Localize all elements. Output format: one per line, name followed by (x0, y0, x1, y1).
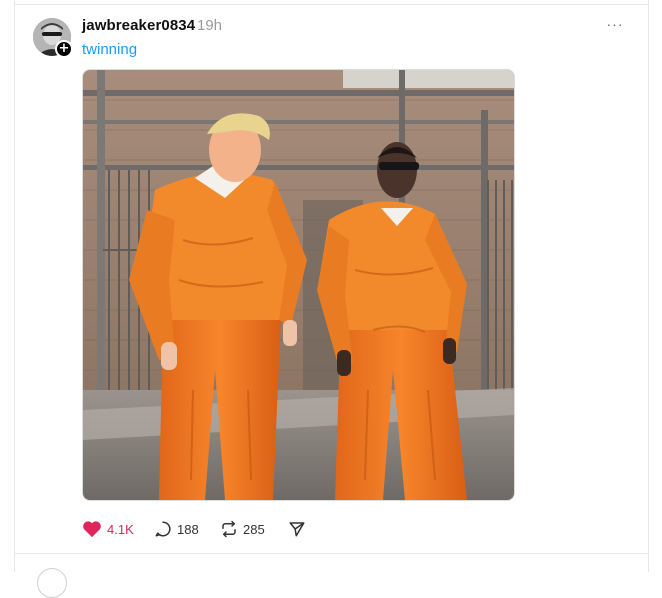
like-count: 4.1K (107, 521, 134, 537)
bottom-divider (15, 553, 648, 554)
repost-arrows-icon (222, 520, 236, 538)
repost-count: 285 (243, 521, 265, 537)
more-options-icon[interactable]: ··· (605, 14, 625, 34)
comment-bubble-icon (155, 521, 171, 537)
next-post-avatar (37, 568, 67, 598)
reply-count: 188 (177, 521, 199, 537)
photo-illustration (83, 70, 514, 500)
post-image[interactable] (82, 69, 515, 501)
post-card: + jawbreaker0834 19h ··· twinning 4.1K 1… (14, 0, 649, 598)
repost-button[interactable]: 285 (220, 518, 265, 540)
send-icon (289, 522, 305, 537)
like-button[interactable]: 4.1K (82, 518, 134, 540)
top-divider (15, 4, 648, 5)
username[interactable]: jawbreaker0834 (82, 17, 195, 34)
follow-plus-icon[interactable]: + (55, 40, 73, 58)
share-button[interactable] (288, 518, 306, 540)
post-timestamp: 19h (197, 17, 223, 34)
heart-filled-icon (83, 521, 101, 538)
reply-button[interactable]: 188 (154, 518, 199, 540)
post-caption[interactable]: twinning (82, 41, 137, 58)
